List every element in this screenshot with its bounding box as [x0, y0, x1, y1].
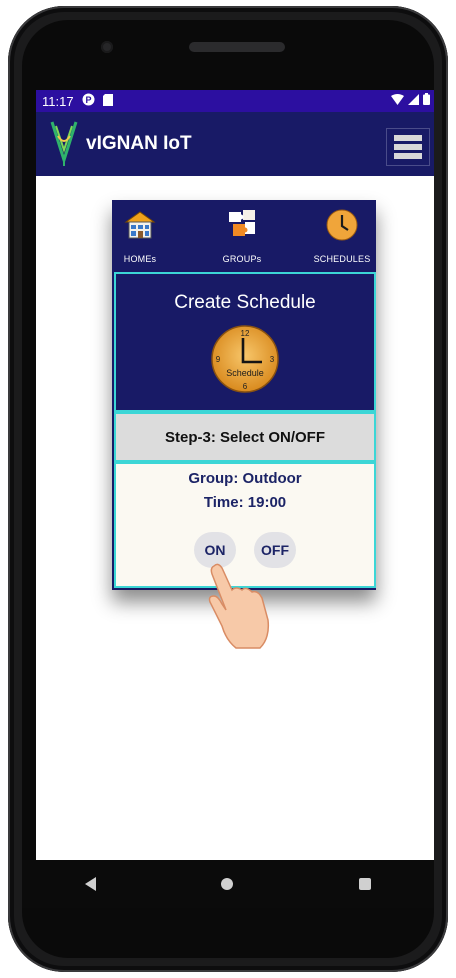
notification-p-icon: P — [82, 93, 95, 109]
hamburger-icon — [394, 135, 422, 159]
step-label: Step-3: Select ON/OFF — [114, 412, 376, 462]
clock-number-12: 12 — [241, 329, 250, 338]
wifi-icon — [391, 93, 404, 108]
app-title: vIGNAN IoT — [86, 133, 192, 154]
status-icons — [391, 93, 430, 108]
vignan-logo-icon — [50, 121, 78, 166]
time-text: Time: 19:00 — [203, 494, 287, 511]
house-icon — [124, 211, 156, 239]
home-icon[interactable] — [221, 878, 234, 890]
tutorial-card: HOMEs GROUPs SCHEDULES Create Schedule 1… — [112, 200, 376, 590]
sd-card-icon — [102, 93, 113, 109]
tab-schedules[interactable]: SCHEDULES — [308, 200, 376, 268]
clock-number-6: 6 — [243, 382, 248, 391]
pointing-hand-icon — [208, 563, 270, 649]
tab-bar: HOMEs GROUPs SCHEDULES — [112, 200, 376, 268]
schedule-clock-icon: 12 3 6 9 Schedule — [211, 325, 279, 393]
earpiece-speaker — [189, 42, 285, 52]
clock-icon — [326, 209, 358, 241]
signal-icon — [408, 93, 419, 108]
tab-groups-label: GROUPs — [222, 254, 262, 264]
tab-homes-label: HOMEs — [123, 254, 157, 264]
puzzle-icon — [229, 210, 255, 236]
clock-number-9: 9 — [216, 355, 221, 364]
tab-homes[interactable]: HOMEs — [112, 200, 168, 268]
tab-schedules-label: SCHEDULES — [313, 254, 371, 264]
app-bar: vIGNAN IoT — [36, 112, 434, 176]
tab-groups[interactable]: GROUPs — [210, 200, 274, 268]
svg-text:P: P — [85, 95, 91, 105]
navigation-bar — [22, 860, 434, 908]
clock-schedule-label: Schedule — [226, 368, 264, 378]
phone-screen: 11:17 P vIGNAN IoT HOMEs GROUPs SCHEDULE… — [36, 90, 434, 860]
group-text: Group: Outdoor — [188, 470, 302, 487]
status-time: 11:17 — [42, 93, 74, 109]
status-bar: 11:17 P — [36, 90, 434, 112]
back-icon[interactable] — [84, 877, 96, 891]
battery-icon — [423, 93, 430, 108]
front-camera — [101, 41, 113, 53]
create-schedule-title: Create Schedule — [174, 292, 316, 313]
menu-button[interactable] — [386, 128, 430, 166]
recents-icon[interactable] — [359, 878, 372, 890]
create-schedule-panel: Create Schedule 12 3 6 9 Schedule — [114, 272, 376, 412]
clock-number-3: 3 — [270, 355, 275, 364]
